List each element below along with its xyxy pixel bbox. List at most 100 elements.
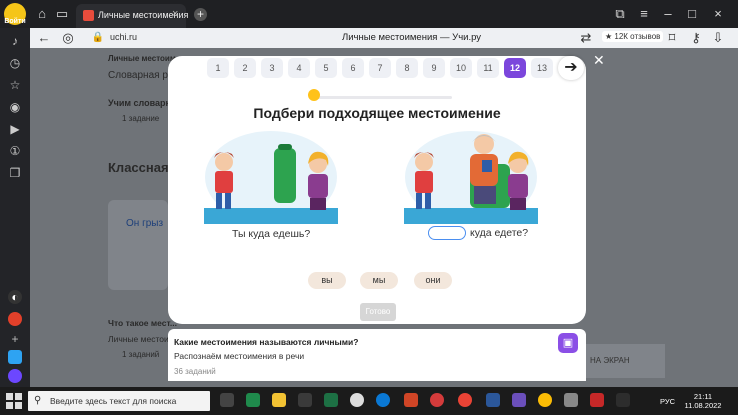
- task-number-7[interactable]: 7: [369, 58, 391, 78]
- search-icon: ⚲: [34, 395, 42, 406]
- history-icon[interactable]: ◷: [8, 56, 22, 70]
- powerpoint-icon[interactable]: [404, 393, 418, 407]
- translate-icon[interactable]: ⇄: [578, 30, 594, 46]
- task-number-12[interactable]: 12: [504, 58, 526, 78]
- page-title: Личные местоимения — Учи.ру: [342, 32, 482, 43]
- bg-what-is: Что такое мест...: [108, 318, 178, 328]
- reviews-badge[interactable]: ★ 12К отзывов: [602, 31, 664, 42]
- yandex-browser-icon[interactable]: [458, 393, 472, 407]
- check-button[interactable]: Готово: [360, 303, 396, 321]
- chrome-icon[interactable]: [538, 393, 552, 407]
- pdf-icon[interactable]: [590, 393, 604, 407]
- close-window-icon[interactable]: ×: [710, 6, 726, 22]
- app-icon-dark[interactable]: [298, 393, 312, 407]
- task-number-10[interactable]: 10: [450, 58, 472, 78]
- collections-icon[interactable]: ☆: [8, 78, 22, 92]
- menu-icon[interactable]: ≡: [636, 6, 652, 22]
- bg-tasks-2: 1 заданий: [122, 350, 160, 359]
- task-number-9[interactable]: 9: [423, 58, 445, 78]
- app-icon-grey[interactable]: [564, 393, 578, 407]
- sentence-right: куда едете?: [428, 226, 528, 240]
- clock-time: 21:11: [693, 392, 713, 401]
- add-app-icon[interactable]: +: [8, 332, 22, 346]
- lock-icon: 🔒: [91, 32, 105, 43]
- windows-start-icon[interactable]: [6, 393, 22, 409]
- lesson-title[interactable]: Какие местоимения называются личными?: [174, 337, 358, 347]
- browser-tab-bar: Войти ⌂ ▭ Личные местоимения × + ⧉ ≡ – □…: [0, 0, 738, 28]
- task-number-6[interactable]: 6: [342, 58, 364, 78]
- keyboard-language[interactable]: РУС: [660, 397, 675, 406]
- exercise-modal: 1 2 3 4 5 6 7 8 9 10 11 12 13 ➔ Подбери подходящее м…: [168, 56, 586, 324]
- task-number-4[interactable]: 4: [288, 58, 310, 78]
- browser-sidebar: ♪ ◷ ☆ ◉ ▶ ① ❐ ◐ +: [0, 28, 30, 387]
- tab-active[interactable]: Личные местоимения ×: [76, 4, 188, 28]
- zen-icon[interactable]: ◉: [8, 100, 22, 114]
- address-bar[interactable]: ← ◎ 🔒 uchi.ru Личные местоимения — Учи.р…: [30, 28, 738, 48]
- telegram-icon[interactable]: [8, 350, 22, 364]
- task-number-3[interactable]: 3: [261, 58, 283, 78]
- bookmark-icon[interactable]: ⌑: [664, 30, 680, 46]
- answer-choice-1[interactable]: вы: [308, 272, 346, 289]
- explorer-icon[interactable]: [272, 393, 286, 407]
- new-tab-button[interactable]: +: [194, 8, 207, 21]
- tab-manager-icon[interactable]: ⧉: [612, 6, 628, 22]
- answer-blank-slot[interactable]: [428, 226, 466, 240]
- lesson-info-panel: Какие местоимения называются личными? Ра…: [168, 329, 586, 381]
- app-icon-red[interactable]: [8, 312, 22, 326]
- presentation-icon: ▣: [562, 337, 574, 349]
- bell-icon[interactable]: ♪: [8, 34, 22, 48]
- taskbar-search[interactable]: ⚲ Введите здесь текст для поиска: [28, 391, 210, 411]
- next-button[interactable]: ➔: [558, 56, 584, 80]
- app-icon-black[interactable]: [616, 393, 630, 407]
- uchi-favicon-icon: [83, 10, 94, 21]
- answer-choice-2[interactable]: мы: [360, 272, 398, 289]
- lesson-subtitle: Распознаём местоимения в речи: [174, 351, 305, 361]
- notes-icon[interactable]: ①: [8, 144, 22, 158]
- task-view-icon[interactable]: [220, 393, 234, 407]
- sentence-right-text: куда едете?: [470, 226, 529, 239]
- app-icon-light[interactable]: [350, 393, 364, 407]
- copy-icon[interactable]: ❐: [8, 166, 22, 180]
- word-icon[interactable]: [486, 393, 500, 407]
- url-text[interactable]: uchi.ru: [110, 32, 137, 42]
- arrow-right-icon: ➔: [564, 59, 578, 76]
- task-number-1[interactable]: 1: [207, 58, 229, 78]
- task-number-8[interactable]: 8: [396, 58, 418, 78]
- close-modal-icon[interactable]: ✕: [593, 52, 605, 69]
- minimize-icon[interactable]: –: [660, 6, 676, 22]
- tabs-icon[interactable]: ▭: [54, 6, 70, 22]
- progress-indicator: [308, 89, 321, 101]
- maximize-icon[interactable]: □: [684, 6, 700, 22]
- bus-grandma-illustration: [404, 131, 538, 224]
- passwords-icon[interactable]: ⚷: [688, 30, 704, 46]
- downloads-icon[interactable]: ⇩: [710, 30, 726, 46]
- present-screen-button[interactable]: ▣: [558, 333, 578, 353]
- protect-icon[interactable]: ◎: [60, 30, 76, 46]
- app-icon-purple[interactable]: [512, 393, 526, 407]
- alice-icon[interactable]: ◐: [8, 290, 22, 304]
- assistant-icon[interactable]: [8, 369, 22, 383]
- video-icon[interactable]: ▶: [8, 122, 22, 136]
- task-number-2[interactable]: 2: [234, 58, 256, 78]
- bg-screen-btn-label: НА ЭКРАН: [590, 356, 630, 365]
- close-tab-icon[interactable]: ×: [172, 8, 178, 20]
- app-icon-green[interactable]: [246, 393, 260, 407]
- home-icon[interactable]: ⌂: [34, 6, 50, 22]
- task-number-5[interactable]: 5: [315, 58, 337, 78]
- system-clock[interactable]: 21:11 11.08.2022: [683, 392, 723, 410]
- bg-word-card: [108, 200, 168, 290]
- back-icon[interactable]: ←: [36, 30, 52, 46]
- opera-icon[interactable]: [430, 393, 444, 407]
- answer-choice-3[interactable]: они: [414, 272, 452, 289]
- excel-icon[interactable]: [324, 393, 338, 407]
- bus-children-illustration: [204, 131, 338, 224]
- task-number-13[interactable]: 13: [531, 58, 553, 78]
- bg-tasks-1: 1 задание: [122, 114, 160, 123]
- exercise-heading: Подбери подходящее местоимение: [253, 105, 501, 121]
- lesson-task-count: 36 заданий: [174, 367, 216, 376]
- sentence-left: Ты куда едешь?: [232, 228, 311, 240]
- edge-icon[interactable]: [376, 393, 390, 407]
- login-label: Войти: [4, 18, 26, 25]
- task-number-11[interactable]: 11: [477, 58, 499, 78]
- taskbar-search-placeholder: Введите здесь текст для поиска: [50, 396, 177, 406]
